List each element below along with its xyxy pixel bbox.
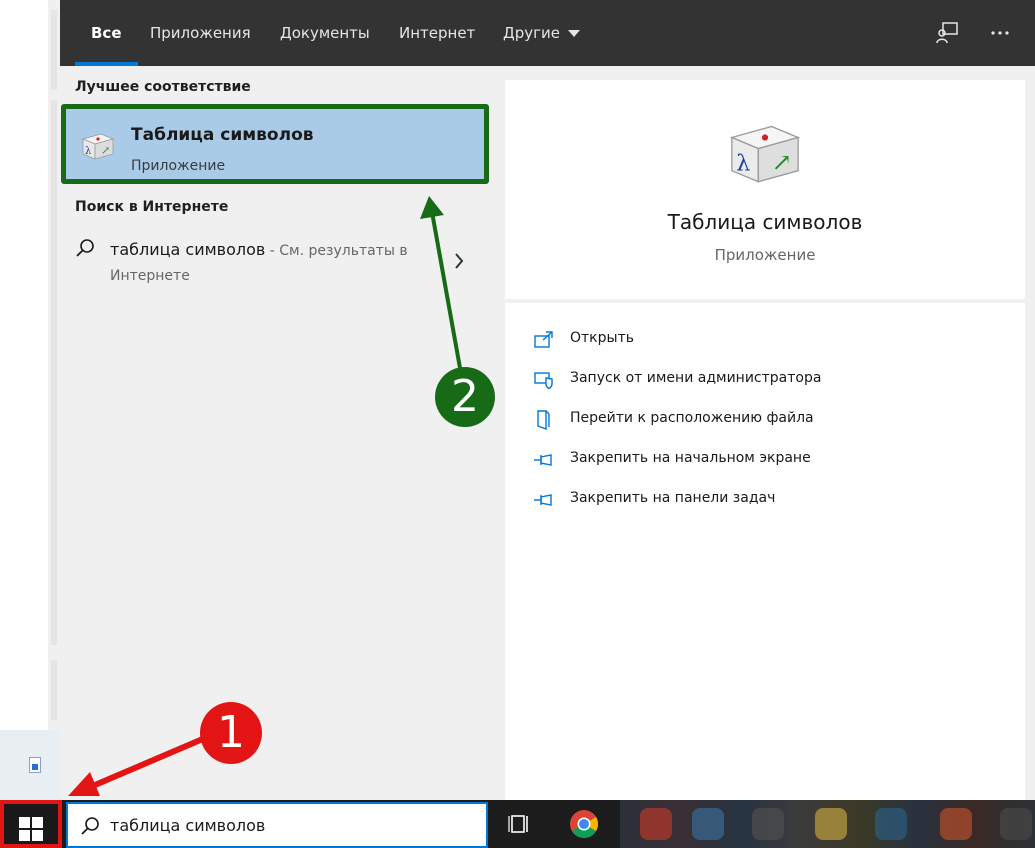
- background-scrollbar[interactable]: [48, 0, 60, 800]
- svg-text:λ: λ: [85, 146, 92, 157]
- action-pin-to-start-label: Закрепить на начальном экране: [570, 450, 811, 466]
- preview-subtitle: Приложение: [714, 246, 816, 264]
- action-open-label: Открыть: [570, 330, 634, 346]
- svg-text:λ: λ: [736, 151, 750, 177]
- action-pin-to-taskbar-label: Закрепить на панели задач: [570, 490, 776, 506]
- file-location-icon: [537, 410, 550, 430]
- tab-internet-label: Интернет: [399, 24, 476, 42]
- file-icon[interactable]: [29, 757, 41, 773]
- svg-text:↗: ↗: [101, 144, 110, 157]
- background-file-strip: [0, 730, 60, 800]
- action-pin-to-start[interactable]: Закрепить на начальном экране: [533, 445, 1013, 475]
- best-match-result[interactable]: λ ↗ Таблица символов Приложение: [61, 104, 489, 184]
- opera-icon[interactable]: [640, 808, 672, 840]
- web-search-query: таблица символов: [110, 240, 266, 259]
- epic-games-icon[interactable]: [752, 808, 784, 840]
- web-search-result[interactable]: таблица символов - См. результаты в Инте…: [60, 224, 500, 300]
- preview-title: Таблица символов: [667, 210, 863, 234]
- tab-apps[interactable]: Приложения: [150, 0, 251, 66]
- search-icon: [76, 239, 94, 257]
- preview-divider: [505, 299, 1025, 303]
- action-open-file-location-label: Перейти к расположению файла: [570, 410, 814, 426]
- telegram-icon[interactable]: [692, 808, 724, 840]
- tab-internet[interactable]: Интернет: [399, 0, 475, 66]
- chevron-right-icon[interactable]: [453, 252, 465, 270]
- pin-icon: [534, 454, 552, 466]
- search-icon: [81, 817, 99, 835]
- annotation-badge-2: 2: [435, 367, 495, 427]
- chrome-button[interactable]: [566, 806, 602, 842]
- chevron-down-icon: [567, 30, 580, 37]
- folder-icon[interactable]: [815, 808, 847, 840]
- origin-icon[interactable]: [940, 808, 972, 840]
- chrome-icon: [570, 810, 598, 838]
- best-match-type: Приложение: [131, 158, 226, 174]
- feedback-icon[interactable]: [931, 17, 963, 49]
- taskbar-search-box[interactable]: [66, 802, 488, 848]
- character-map-icon: λ ↗: [81, 133, 115, 160]
- action-run-as-admin-label: Запуск от имени администратора: [570, 370, 822, 386]
- video-app-icon[interactable]: [1000, 808, 1032, 840]
- web-search-heading: Поиск в Интернете: [75, 199, 229, 215]
- search-tabs-bar: Все Приложения Документы Интернет Другие: [60, 0, 1035, 66]
- background-window: [0, 0, 60, 800]
- tab-all[interactable]: Все: [75, 0, 137, 66]
- svg-text:↗: ↗: [772, 148, 792, 177]
- tab-other[interactable]: Другие: [503, 0, 580, 66]
- best-match-name: Таблица символов: [131, 125, 314, 145]
- task-view-icon: [508, 815, 528, 833]
- action-open[interactable]: Открыть: [533, 325, 1013, 355]
- task-view-button[interactable]: [503, 806, 539, 842]
- search-input[interactable]: [110, 812, 470, 838]
- best-match-heading: Лучшее соответствие: [75, 79, 251, 95]
- open-icon: [534, 331, 553, 348]
- more-options-icon[interactable]: [984, 17, 1016, 49]
- search-panel: Все Приложения Документы Интернет Другие…: [60, 0, 1035, 800]
- start-button[interactable]: [0, 800, 62, 848]
- tab-other-label: Другие: [503, 24, 560, 42]
- shield-icon: [534, 372, 553, 390]
- preview-pane: λ ↗ Таблица символов Приложение Открыть …: [505, 80, 1025, 800]
- action-pin-to-taskbar[interactable]: Закрепить на панели задач: [533, 485, 1013, 515]
- web-search-hint-line2: Интернете: [110, 268, 190, 284]
- tab-documents[interactable]: Документы: [280, 0, 370, 66]
- action-open-file-location[interactable]: Перейти к расположению файла: [533, 405, 1013, 435]
- taskbar-pinned-apps: [620, 800, 1035, 848]
- taskbar: [0, 800, 1035, 848]
- pin-icon: [534, 494, 552, 506]
- windows-logo-icon: [19, 817, 43, 841]
- annotation-badge-1: 1: [200, 702, 262, 764]
- action-run-as-admin[interactable]: Запуск от имени администратора: [533, 365, 1013, 395]
- web-search-hint: - См. результаты в: [265, 243, 408, 259]
- steam-icon[interactable]: [875, 808, 907, 840]
- character-map-large-icon: λ ↗: [729, 125, 801, 183]
